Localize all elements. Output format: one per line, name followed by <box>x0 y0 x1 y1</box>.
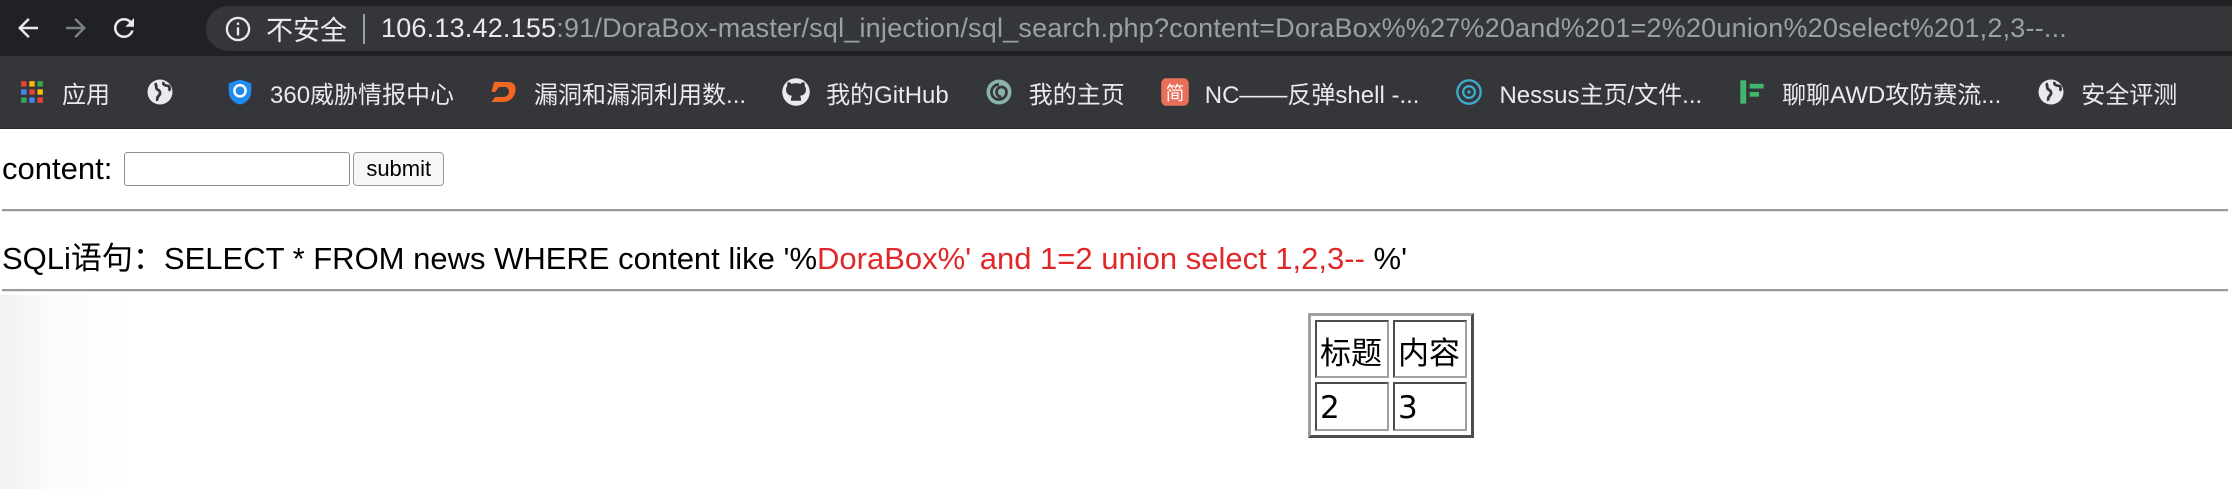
bookmark-label: 我的GitHub <box>826 81 949 109</box>
sql-injected-payload: DoraBox%' and 1=2 union select 1,2,3-- <box>817 241 1374 276</box>
bookmark-label: 聊聊AWD攻防赛流... <box>1782 81 2002 109</box>
360-shield-icon <box>224 76 256 108</box>
bookmark-label: 漏洞和漏洞利用数... <box>534 81 747 109</box>
nessus-icon <box>1453 76 1485 108</box>
background-shade <box>0 295 1310 489</box>
sql-suffix: %' <box>1373 241 1408 276</box>
content-label: content: <box>2 151 113 186</box>
bookmark-vuln-db[interactable]: 漏洞和漏洞利用数... <box>488 75 746 110</box>
green-bars-icon <box>1736 76 1768 108</box>
reload-icon <box>113 17 134 38</box>
bookmark-label: 应用 <box>62 81 110 109</box>
bookmark-github[interactable]: 我的GitHub <box>780 75 949 110</box>
apps-grid-icon <box>16 76 48 108</box>
bookmark-homepage[interactable]: 我的主页 <box>983 75 1125 110</box>
globe-icon <box>144 76 176 108</box>
forward-arrow-icon <box>66 18 86 38</box>
divider-bottom <box>2 289 2228 292</box>
sql-statement: SQLi语句：SELECT * FROM news WHERE content … <box>2 233 1407 278</box>
search-form: content: submit <box>2 151 445 187</box>
bookmark-360[interactable]: 360威胁情报中心 <box>224 75 454 110</box>
divider-top <box>2 209 2228 212</box>
sql-prefix: SQLi语句：SELECT * FROM news WHERE content … <box>2 241 818 276</box>
security-label: 不安全 <box>266 16 347 46</box>
bookmark-security-eval[interactable]: 安全评测 <box>2035 75 2177 110</box>
bookmark-apps[interactable]: 应用 <box>16 75 110 110</box>
homepage-swirl-icon <box>983 76 1015 108</box>
page-content: content: submit SQLi语句：SELECT * FROM new… <box>0 129 2232 489</box>
submit-button[interactable]: submit <box>353 152 445 186</box>
table-cell: 3 <box>1393 382 1467 431</box>
browser-toolbar: 不安全 106.13.42.155:91/DoraBox-master/sql_… <box>0 0 2232 56</box>
forward-button[interactable] <box>52 0 100 56</box>
info-icon[interactable] <box>224 15 252 43</box>
column-header-content: 内容 <box>1393 320 1467 378</box>
bookmark-globe[interactable] <box>144 76 190 108</box>
bookmark-label: Nessus主页/文件... <box>1499 81 1703 109</box>
url-path: :91/DoraBox-master/sql_injection/sql_sea… <box>556 13 2067 43</box>
bookmark-label: 安全评测 <box>2081 81 2178 109</box>
github-icon <box>780 76 812 108</box>
vuln-db-icon <box>488 76 520 108</box>
jianshu-icon: 简 <box>1159 76 1191 108</box>
globe-icon <box>2035 76 2067 108</box>
url-host: 106.13.42.155 <box>381 13 557 43</box>
table-header-row: 标题 内容 <box>1315 320 1467 378</box>
omnibox-divider <box>363 13 365 44</box>
reload-button[interactable] <box>100 0 148 56</box>
bookmark-label: NC——反弹shell -... <box>1204 81 1420 109</box>
results-table: 标题 内容 2 3 <box>1308 313 1474 438</box>
address-bar[interactable]: 不安全 106.13.42.155:91/DoraBox-master/sql_… <box>206 6 2232 51</box>
svg-text:简: 简 <box>1165 83 1184 105</box>
content-input[interactable] <box>124 152 351 186</box>
table-cell: 2 <box>1315 382 1389 431</box>
bookmarks-bar: 应用 360威胁情报中心 漏洞和漏洞利用数... 我的GitHub 我的主页 简… <box>0 56 2232 129</box>
back-button[interactable] <box>4 0 52 56</box>
table-row: 2 3 <box>1315 382 1467 431</box>
bookmark-nessus[interactable]: Nessus主页/文件... <box>1453 75 1702 110</box>
url-text[interactable]: 106.13.42.155:91/DoraBox-master/sql_inje… <box>381 13 2067 44</box>
bookmark-label: 我的主页 <box>1028 81 1125 109</box>
back-arrow-icon <box>18 18 38 38</box>
column-header-title: 标题 <box>1315 320 1389 378</box>
bookmark-label: 360威胁情报中心 <box>270 81 455 109</box>
bookmark-jianshu[interactable]: 简 NC——反弹shell -... <box>1159 75 1420 110</box>
bookmark-awd[interactable]: 聊聊AWD攻防赛流... <box>1736 75 2001 110</box>
